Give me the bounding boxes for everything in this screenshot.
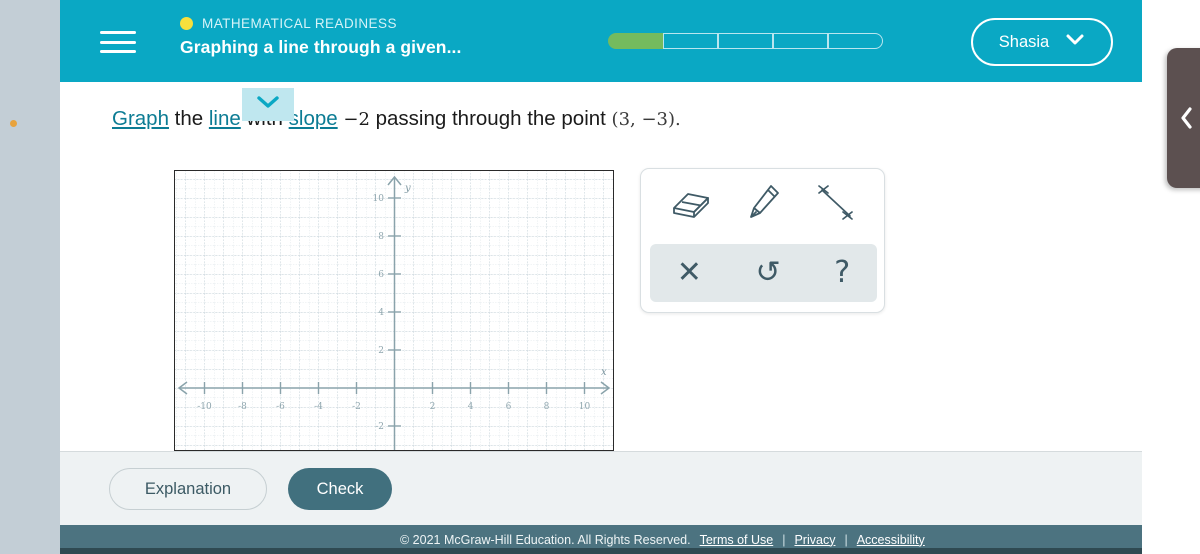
hamburger-menu-button[interactable] bbox=[100, 28, 136, 56]
question-link-line[interactable]: line bbox=[209, 107, 241, 130]
undo-action-button[interactable]: ↺ bbox=[756, 258, 781, 288]
explanation-button[interactable]: Explanation bbox=[109, 468, 267, 510]
eraser-icon bbox=[668, 186, 714, 225]
panel-collapse-tab[interactable] bbox=[1167, 48, 1200, 188]
app-frame: MATHEMATICAL READINESS Graphing a line t… bbox=[60, 0, 1142, 554]
topic-title: Graphing a line through a given... bbox=[180, 37, 462, 57]
palette-action-row: ✕ ↺ ? bbox=[650, 244, 877, 302]
question-link-slope[interactable]: slope bbox=[289, 107, 338, 130]
svg-text:-8: -8 bbox=[238, 402, 247, 412]
pencil-icon bbox=[747, 183, 781, 228]
chevron-left-icon bbox=[1179, 104, 1195, 132]
footer-separator: | bbox=[782, 532, 786, 547]
svg-text:10: 10 bbox=[373, 194, 385, 204]
svg-text:-4: -4 bbox=[314, 402, 323, 412]
terms-of-use-link[interactable]: Terms of Use bbox=[700, 533, 774, 547]
question-link-graph[interactable]: Graph bbox=[112, 107, 169, 130]
svg-text:8: 8 bbox=[378, 232, 384, 242]
hamburger-icon-bar bbox=[100, 31, 136, 34]
privacy-link[interactable]: Privacy bbox=[794, 533, 835, 547]
undo-icon: ↺ bbox=[755, 255, 781, 290]
progress-step-1 bbox=[608, 33, 663, 49]
question-mark-icon: ? bbox=[834, 255, 851, 290]
line-segment-icon bbox=[815, 183, 857, 228]
user-menu-button[interactable]: Shasia bbox=[971, 18, 1113, 66]
copyright-text: © 2021 McGraw-Hill Education. All Rights… bbox=[400, 532, 691, 547]
y-axis-label: y bbox=[404, 183, 411, 194]
svg-text:2: 2 bbox=[378, 346, 384, 356]
screen-root: MATHEMATICAL READINESS Graphing a line t… bbox=[0, 0, 1200, 554]
svg-text:-10: -10 bbox=[197, 402, 212, 412]
footer-separator: | bbox=[844, 532, 848, 547]
chevron-down-icon bbox=[255, 94, 281, 115]
svg-text:2: 2 bbox=[430, 402, 436, 412]
svg-text:-6: -6 bbox=[276, 402, 285, 412]
hamburger-icon-bar bbox=[100, 50, 136, 53]
graph-svg: -10 -8 -6 -4 -2 2 4 6 8 10 10 8 6 4 2 -2… bbox=[175, 171, 613, 450]
footer-bottom-strip bbox=[60, 548, 1142, 554]
hamburger-icon-bar bbox=[100, 40, 136, 44]
question-period: . bbox=[675, 109, 681, 130]
header-title-block: MATHEMATICAL READINESS Graphing a line t… bbox=[180, 16, 461, 58]
eraser-tool-button[interactable] bbox=[668, 186, 714, 225]
svg-text:10: 10 bbox=[579, 402, 591, 412]
check-button[interactable]: Check bbox=[288, 468, 392, 510]
pencil-tool-button[interactable] bbox=[747, 183, 781, 228]
course-row: MATHEMATICAL READINESS bbox=[180, 16, 461, 31]
course-status-dot-icon bbox=[180, 17, 193, 30]
app-header: MATHEMATICAL READINESS Graphing a line t… bbox=[60, 0, 1142, 82]
clear-action-button[interactable]: ✕ bbox=[677, 258, 702, 288]
orange-dot-indicator bbox=[10, 120, 17, 127]
x-icon: ✕ bbox=[676, 255, 702, 290]
accessibility-link[interactable]: Accessibility bbox=[857, 533, 925, 547]
question-text-the: the bbox=[168, 107, 209, 130]
point-value: (3, −3) bbox=[611, 109, 676, 130]
drawing-tool-palette: ✕ ↺ ? bbox=[640, 168, 885, 313]
palette-tool-row bbox=[641, 169, 884, 241]
question-text-passing: passing through the point bbox=[369, 107, 612, 130]
slope-value: −2 bbox=[343, 109, 370, 130]
progress-step-2 bbox=[663, 33, 718, 49]
svg-text:-2: -2 bbox=[375, 422, 384, 432]
svg-text:8: 8 bbox=[544, 402, 550, 412]
svg-text:4: 4 bbox=[378, 308, 384, 318]
x-axis-label: x bbox=[601, 367, 607, 378]
coordinate-grid-canvas[interactable]: -10 -8 -6 -4 -2 2 4 6 8 10 10 8 6 4 2 -2… bbox=[174, 170, 614, 451]
progress-step-4 bbox=[773, 33, 828, 49]
progress-bar bbox=[608, 33, 883, 49]
svg-text:6: 6 bbox=[378, 270, 384, 280]
svg-text:6: 6 bbox=[506, 402, 512, 412]
svg-text:4: 4 bbox=[468, 402, 474, 412]
left-gutter bbox=[0, 0, 60, 554]
hint-expand-button[interactable] bbox=[242, 88, 294, 121]
help-action-button[interactable]: ? bbox=[834, 258, 850, 288]
line-tool-button[interactable] bbox=[815, 183, 857, 228]
progress-step-3 bbox=[718, 33, 773, 49]
user-name-label: Shasia bbox=[998, 32, 1050, 51]
course-name-label: MATHEMATICAL READINESS bbox=[202, 16, 397, 31]
progress-step-5 bbox=[828, 33, 883, 49]
chevron-down-icon bbox=[1065, 33, 1085, 51]
svg-text:-2: -2 bbox=[352, 402, 361, 412]
action-bar: Explanation Check bbox=[60, 451, 1142, 525]
